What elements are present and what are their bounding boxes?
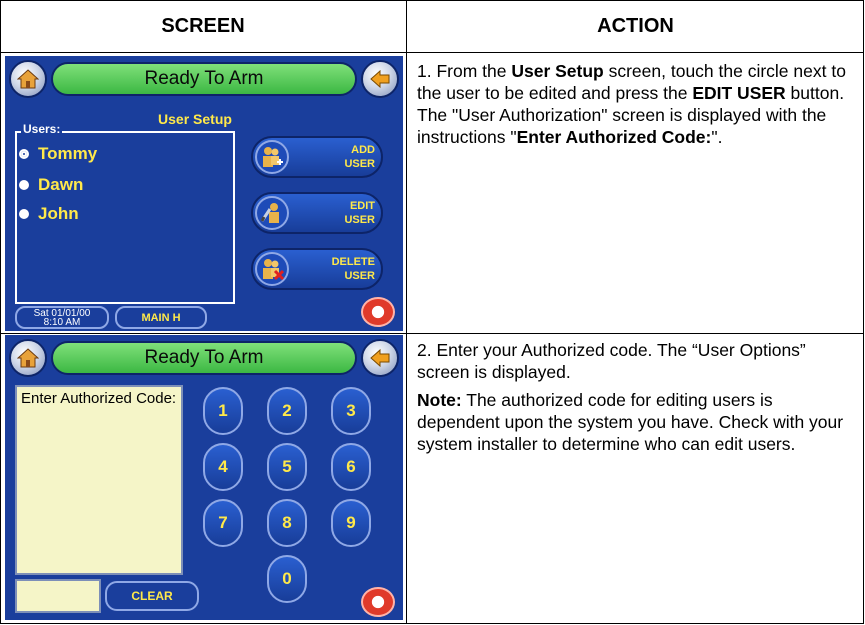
- user-item-dawn[interactable]: Dawn: [19, 175, 83, 195]
- step-1-text: 1. From the User Setup screen, touch the…: [417, 60, 857, 148]
- edit-label-1: EDIT: [349, 200, 375, 212]
- bold-run: User Setup: [511, 61, 604, 81]
- header-action: ACTION: [597, 14, 674, 37]
- status-banner: Ready To Arm: [51, 341, 357, 375]
- add-user-button[interactable]: ADD USER: [251, 136, 383, 178]
- key-9[interactable]: 9: [331, 499, 371, 547]
- radio-selected-icon[interactable]: [19, 149, 29, 159]
- delete-user-button[interactable]: DELETE USER: [251, 248, 383, 290]
- key-5[interactable]: 5: [267, 443, 307, 491]
- user-authorization-screen: Ready To Arm Enter Authorized Code: 1 2 …: [5, 335, 403, 620]
- delete-label-1: DELETE: [331, 256, 375, 268]
- main-button[interactable]: MAIN H: [115, 306, 207, 329]
- key-6[interactable]: 6: [331, 443, 371, 491]
- note-text: Note: The authorized code for editing us…: [417, 389, 857, 455]
- step-2-text: 2. Enter your Authorized code. The “User…: [417, 340, 806, 382]
- user-setup-screen: Ready To Arm User Setup Users: Tommy Daw…: [5, 56, 403, 331]
- date-time-display[interactable]: Sat 01/01/00 8:10 AM: [15, 306, 109, 329]
- home-icon[interactable]: [9, 339, 47, 377]
- radio-icon[interactable]: [19, 180, 29, 190]
- panic-icon[interactable]: [361, 297, 395, 327]
- radio-icon[interactable]: [19, 209, 29, 219]
- header-divider: [0, 52, 864, 53]
- status-banner: Ready To Arm: [51, 62, 357, 96]
- text-run: ".: [711, 127, 723, 147]
- key-0[interactable]: 0: [267, 555, 307, 603]
- clear-button[interactable]: CLEAR: [105, 581, 199, 611]
- edit-label-2: USER: [344, 214, 375, 226]
- user-name: Tommy: [38, 144, 98, 163]
- text-run: 1. From the: [417, 61, 512, 81]
- back-arrow-icon[interactable]: [361, 60, 399, 98]
- panic-icon[interactable]: [361, 587, 395, 617]
- row-divider: [0, 333, 864, 334]
- add-user-icon: [255, 140, 289, 174]
- key-8[interactable]: 8: [267, 499, 307, 547]
- key-3[interactable]: 3: [331, 387, 371, 435]
- action-step-1: 1. From the User Setup screen, touch the…: [417, 60, 857, 154]
- delete-label-2: USER: [344, 270, 375, 282]
- user-item-john[interactable]: John: [19, 204, 79, 224]
- note-body: The authorized code for editing users is…: [417, 390, 844, 454]
- key-1[interactable]: 1: [203, 387, 243, 435]
- key-2[interactable]: 2: [267, 387, 307, 435]
- auth-prompt-box: Enter Authorized Code:: [15, 385, 183, 575]
- action-step-2: 2. Enter your Authorized code. The “User…: [417, 339, 857, 461]
- key-4[interactable]: 4: [203, 443, 243, 491]
- edit-user-button[interactable]: EDIT USER: [251, 192, 383, 234]
- note-label: Note:: [417, 390, 462, 410]
- add-label-1: ADD: [351, 144, 375, 156]
- add-label-2: USER: [344, 158, 375, 170]
- page-title: User Setup: [158, 111, 232, 127]
- column-divider: [406, 0, 407, 624]
- back-arrow-icon[interactable]: [361, 339, 399, 377]
- users-legend: Users:: [21, 122, 63, 136]
- key-7[interactable]: 7: [203, 499, 243, 547]
- delete-user-icon: [255, 252, 289, 286]
- code-entry-field[interactable]: [15, 579, 101, 613]
- header-screen: SCREEN: [161, 14, 245, 37]
- user-name: John: [38, 204, 79, 223]
- user-name: Dawn: [38, 175, 84, 194]
- bold-run: EDIT USER: [692, 83, 786, 103]
- edit-user-icon: [255, 196, 289, 230]
- bold-run: Enter Authorized Code:: [516, 127, 712, 147]
- home-icon[interactable]: [9, 60, 47, 98]
- time-text: 8:10 AM: [43, 317, 81, 328]
- user-item-tommy[interactable]: Tommy: [19, 144, 97, 164]
